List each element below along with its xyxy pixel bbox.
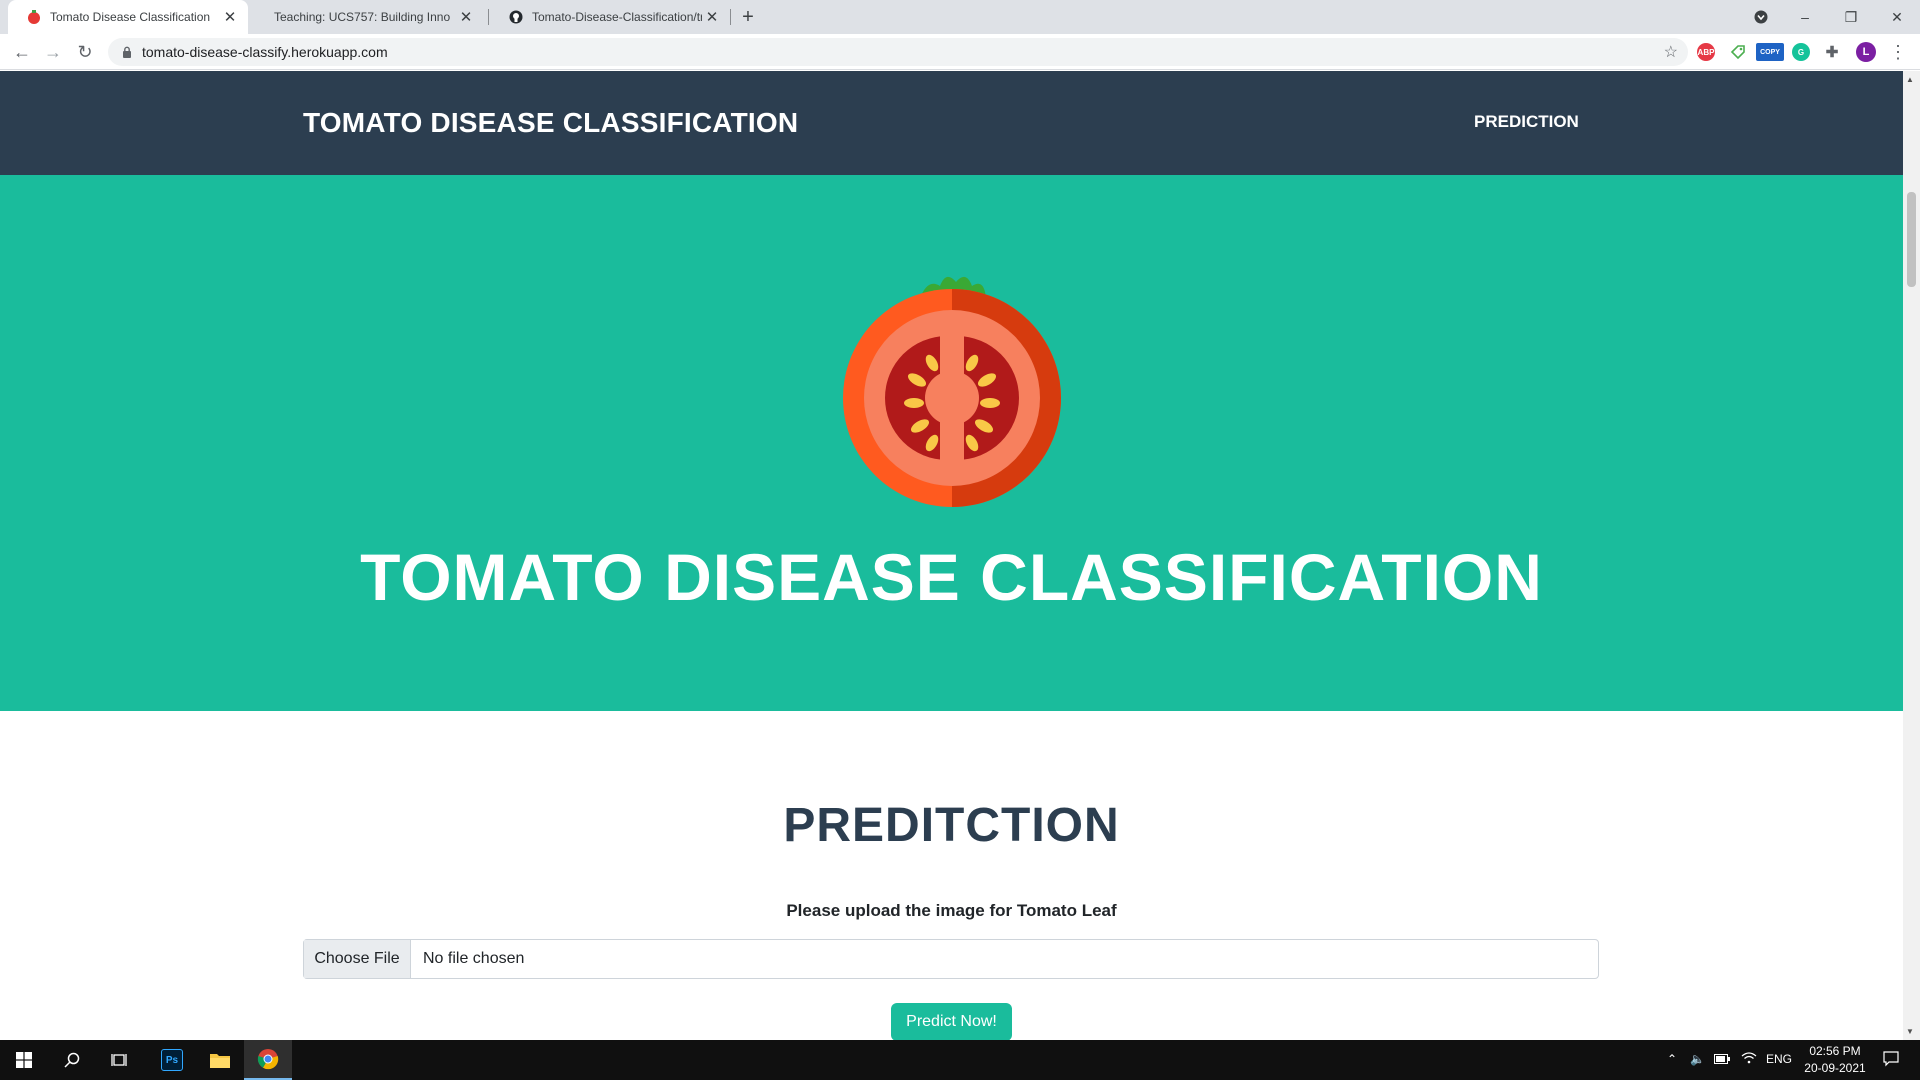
tomato-slice-icon xyxy=(843,276,1061,507)
tab-strip: Tomato Disease Classification ✕ Teaching… xyxy=(0,0,1920,34)
profile-avatar[interactable]: L xyxy=(1856,42,1876,62)
new-tab-button[interactable]: + xyxy=(736,5,760,29)
predict-now-button[interactable]: Predict Now! xyxy=(891,1003,1012,1040)
tomato-icon xyxy=(26,9,42,25)
forward-icon[interactable]: → xyxy=(39,38,67,66)
choose-file-button[interactable]: Choose File xyxy=(304,940,411,978)
lock-icon[interactable] xyxy=(120,45,134,59)
minimize-icon[interactable]: – xyxy=(1782,0,1828,34)
reload-icon[interactable]: ↻ xyxy=(71,38,99,66)
bookmark-star-icon[interactable]: ☆ xyxy=(1664,42,1678,62)
tab-title: Tomato Disease Classification xyxy=(50,10,211,24)
volume-icon[interactable]: 🔈 xyxy=(1690,1052,1705,1066)
site-navbar: TOMATO DISEASE CLASSIFICATION PREDICTION xyxy=(0,71,1903,175)
upload-label: Please upload the image for Tomato Leaf xyxy=(786,901,1117,920)
close-tab-icon[interactable]: ✕ xyxy=(702,7,722,27)
tab-separator xyxy=(730,9,731,25)
github-icon xyxy=(508,9,524,25)
page-scrollbar[interactable]: ▲ ▼ xyxy=(1903,71,1920,1040)
tab-tomato-disease-classification[interactable]: Tomato Disease Classification ✕ xyxy=(8,0,248,34)
navbar-brand[interactable]: TOMATO DISEASE CLASSIFICATION xyxy=(303,107,798,139)
back-icon[interactable]: ← xyxy=(8,38,36,66)
windows-taskbar: Ps ⌃ 🔈 ENG 02:56 PM 20-09-2021 xyxy=(0,1040,1920,1080)
close-tab-icon[interactable]: ✕ xyxy=(456,7,476,27)
tab-github[interactable]: Tomato-Disease-Classification/tr ✕ xyxy=(490,0,730,34)
tab-search-icon[interactable] xyxy=(1738,0,1784,34)
puzzle-icon[interactable]: ✚ xyxy=(1823,43,1841,61)
windows-start-icon[interactable] xyxy=(0,1040,48,1080)
tray-chevron-icon[interactable]: ⌃ xyxy=(1667,1052,1677,1066)
scroll-down-arrow-icon[interactable]: ▼ xyxy=(1906,1027,1914,1036)
search-icon[interactable] xyxy=(48,1040,96,1080)
nav-link-prediction[interactable]: PREDICTION xyxy=(1474,112,1579,132)
address-bar[interactable]: tomato-disease-classify.herokuapp.com ☆ xyxy=(108,38,1688,66)
hero-section: TOMATO DISEASE CLASSIFICATION xyxy=(0,175,1903,711)
file-explorer-icon[interactable] xyxy=(196,1040,244,1080)
hero-title: TOMATO DISEASE CLASSIFICATION xyxy=(360,540,1543,614)
photoshop-icon[interactable]: Ps xyxy=(148,1040,196,1080)
menu-dots-icon[interactable]: ⋮ xyxy=(1884,38,1912,66)
chrome-icon[interactable] xyxy=(244,1040,292,1080)
close-window-icon[interactable]: ✕ xyxy=(1874,0,1920,34)
battery-icon[interactable] xyxy=(1714,1053,1730,1067)
restore-icon[interactable]: ❐ xyxy=(1828,0,1874,34)
abp-icon[interactable]: ABP xyxy=(1697,43,1715,61)
web-page: TOMATO DISEASE CLASSIFICATION PREDICTION xyxy=(0,71,1903,1040)
prediction-heading: PREDITCTION xyxy=(783,799,1120,852)
tab-separator xyxy=(488,9,489,25)
tab-title: Tomato-Disease-Classification/tr xyxy=(532,10,702,24)
tab-title: Teaching: UCS757: Building Inno xyxy=(274,10,451,24)
task-view-icon[interactable] xyxy=(96,1040,144,1080)
scroll-thumb[interactable] xyxy=(1907,192,1916,287)
clock[interactable]: 02:56 PM 20-09-2021 xyxy=(1790,1043,1880,1077)
close-tab-icon[interactable]: ✕ xyxy=(220,7,240,27)
grammarly-icon[interactable]: G xyxy=(1792,43,1810,61)
clock-time: 02:56 PM xyxy=(1809,1044,1861,1058)
language-indicator[interactable]: ENG xyxy=(1766,1052,1792,1066)
notification-center-icon[interactable] xyxy=(1883,1051,1899,1070)
tag-icon[interactable] xyxy=(1729,43,1747,61)
copy-icon[interactable]: COPY xyxy=(1756,43,1784,61)
file-status-text: No file chosen xyxy=(423,950,525,967)
wifi-icon[interactable] xyxy=(1741,1052,1757,1067)
browser-toolbar: ← → ↻ tomato-disease-classify.herokuapp.… xyxy=(0,34,1920,70)
tab-teaching[interactable]: Teaching: UCS757: Building Inno ✕ xyxy=(256,0,484,34)
clock-date: 20-09-2021 xyxy=(1804,1061,1866,1075)
file-input[interactable]: Choose File No file chosen xyxy=(303,939,1599,979)
scroll-up-arrow-icon[interactable]: ▲ xyxy=(1906,75,1914,84)
url-text: tomato-disease-classify.herokuapp.com xyxy=(142,44,388,60)
